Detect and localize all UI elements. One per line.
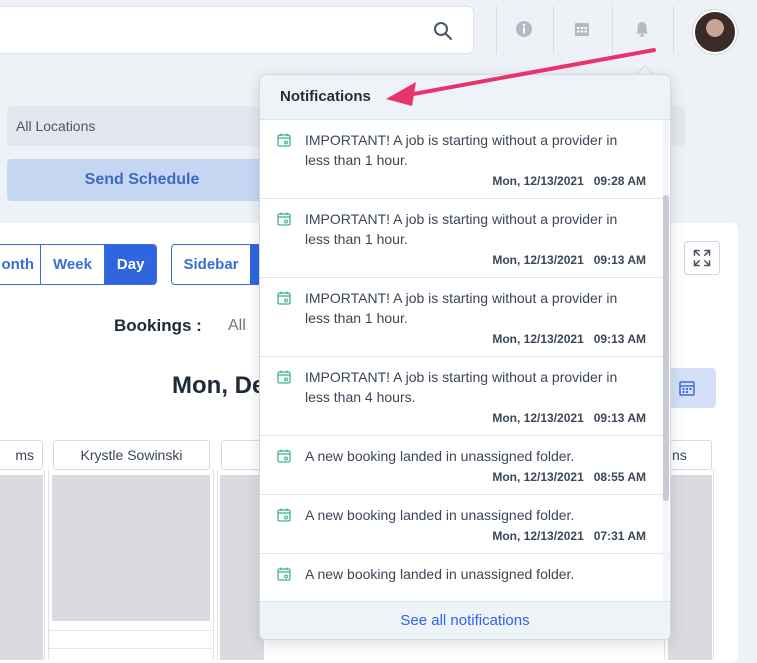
notification-time: 09:13 AM <box>593 253 646 267</box>
bell-icon[interactable] <box>633 20 651 38</box>
schedule-column-body <box>52 475 210 621</box>
avatar[interactable] <box>693 10 737 54</box>
calendar-icon <box>679 381 695 396</box>
notification-item[interactable]: A new booking landed in unassigned folde… <box>260 436 670 495</box>
tab-month[interactable]: onth <box>0 245 41 284</box>
column-header: ms <box>0 440 43 470</box>
notification-timestamp: Mon, 12/13/2021 09:13 AM <box>305 411 646 435</box>
bookings-select[interactable]: All <box>228 317 246 335</box>
notification-time: 07:31 AM <box>593 529 646 543</box>
notification-time: 09:28 AM <box>593 174 646 188</box>
column-header: ns <box>664 440 712 470</box>
calendar-check-icon <box>277 370 291 384</box>
search-icon[interactable] <box>433 21 453 41</box>
schedule-column-body <box>0 475 43 660</box>
see-all-notifications-link[interactable]: See all notifications <box>260 601 670 639</box>
divider <box>673 6 674 54</box>
sidebar-button[interactable]: Sidebar <box>172 245 250 284</box>
calendar-check-icon <box>277 291 291 305</box>
search-input[interactable] <box>0 6 474 54</box>
calendar-check-icon <box>277 567 291 581</box>
info-icon[interactable] <box>515 20 533 38</box>
notification-item[interactable]: IMPORTANT! A job is starting without a p… <box>260 120 670 199</box>
notification-item[interactable]: A new booking landed in unassigned folde… <box>260 495 670 554</box>
notification-timestamp: Mon, 12/13/2021 09:28 AM <box>305 174 646 198</box>
notification-date: Mon, 12/13/2021 <box>492 411 584 425</box>
view-switcher: onth Week Day <box>0 244 158 285</box>
notification-timestamp: Mon, 12/13/2021 08:55 AM <box>305 470 646 494</box>
notification-item[interactable]: IMPORTANT! A job is starting without a p… <box>260 199 670 278</box>
bookings-label: Bookings : <box>114 316 202 335</box>
notification-timestamp <box>305 588 646 602</box>
scrollbar-thumb[interactable] <box>663 195 669 501</box>
notifications-dropdown: Notifications IMPORTANT! A job is starti… <box>259 74 671 640</box>
divider <box>48 648 214 649</box>
notification-item[interactable]: A new booking landed in unassigned folde… <box>260 554 670 602</box>
notification-time: 09:13 AM <box>593 411 646 425</box>
notification-date: Mon, 12/13/2021 <box>492 470 584 484</box>
divider <box>48 630 214 631</box>
tab-week[interactable]: Week <box>41 245 105 284</box>
notification-timestamp: Mon, 12/13/2021 09:13 AM <box>305 253 646 277</box>
tab-day[interactable]: Day <box>104 245 157 284</box>
notification-timestamp: Mon, 12/13/2021 09:13 AM <box>305 332 646 356</box>
notification-message: IMPORTANT! A job is starting without a p… <box>305 290 618 326</box>
notification-item[interactable]: IMPORTANT! A job is starting without a p… <box>260 357 670 436</box>
notification-date: Mon, 12/13/2021 <box>492 253 584 267</box>
notifications-title: Notifications <box>260 75 670 120</box>
notifications-list[interactable]: IMPORTANT! A job is starting without a p… <box>260 120 670 602</box>
calendar-grid-icon[interactable] <box>573 20 591 38</box>
notification-message: IMPORTANT! A job is starting without a p… <box>305 211 618 247</box>
divider <box>553 6 554 54</box>
expand-icon[interactable] <box>684 241 720 275</box>
notification-item[interactable]: IMPORTANT! A job is starting without a p… <box>260 278 670 357</box>
schedule-column-body <box>668 475 712 660</box>
notification-date: Mon, 12/13/2021 <box>492 332 584 346</box>
date-title: Mon, De <box>172 372 266 399</box>
notification-message: A new booking landed in unassigned folde… <box>305 507 575 523</box>
notification-timestamp: Mon, 12/13/2021 07:31 AM <box>305 529 646 553</box>
divider <box>612 6 613 54</box>
calendar-check-icon <box>277 133 291 147</box>
calendar-check-icon <box>277 212 291 226</box>
notification-message: IMPORTANT! A job is starting without a p… <box>305 132 618 168</box>
divider <box>496 6 497 54</box>
schedule-column-body <box>220 475 264 660</box>
notification-time: 08:55 AM <box>593 470 646 484</box>
calendar-check-icon <box>277 449 291 463</box>
notification-message: IMPORTANT! A job is starting without a p… <box>305 369 618 405</box>
notification-message: A new booking landed in unassigned folde… <box>305 566 575 582</box>
notification-message: A new booking landed in unassigned folde… <box>305 448 575 464</box>
notification-date: Mon, 12/13/2021 <box>492 174 584 188</box>
notification-date: Mon, 12/13/2021 <box>492 529 584 543</box>
column-header: Krystle Sowinski <box>53 440 210 470</box>
calendar-check-icon <box>277 508 291 522</box>
notification-time: 09:13 AM <box>593 332 646 346</box>
